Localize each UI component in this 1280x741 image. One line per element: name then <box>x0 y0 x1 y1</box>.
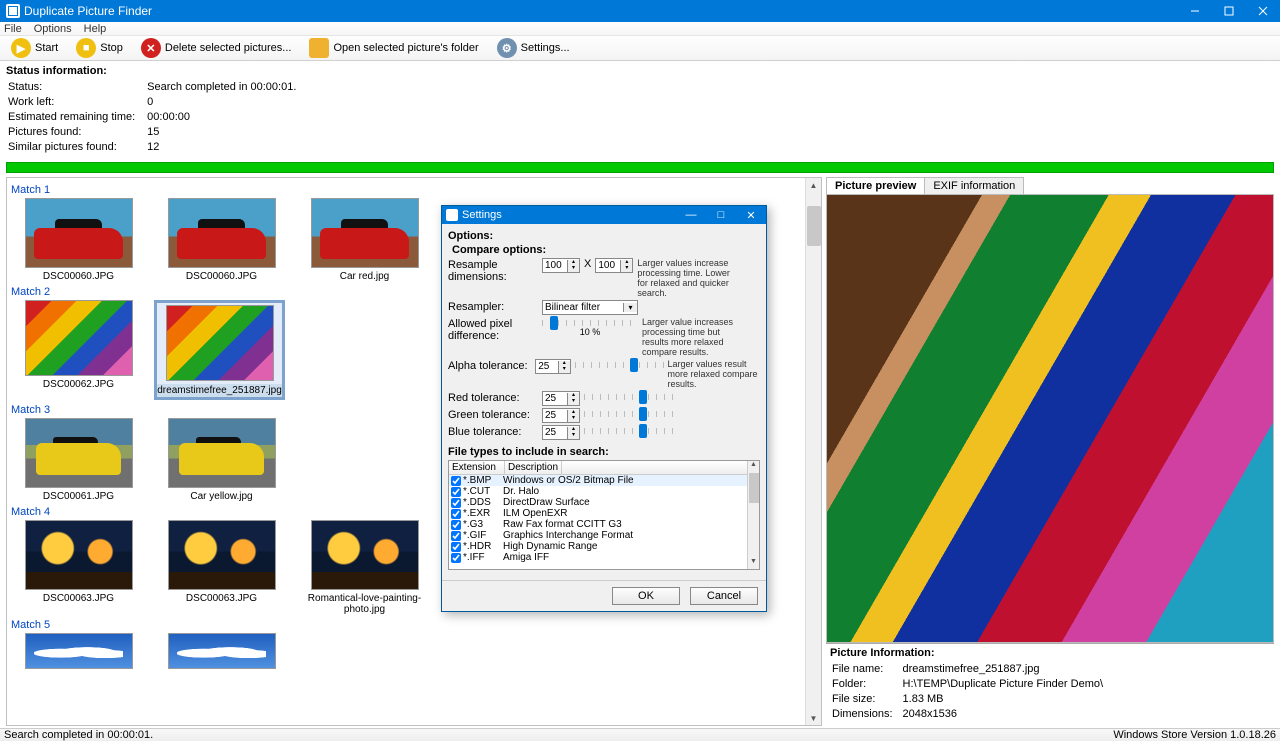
menu-bar: File Options Help <box>0 22 1280 36</box>
alpha-input[interactable]: 25▴▾ <box>535 359 570 374</box>
scroll-up-icon[interactable]: ▲ <box>806 178 821 192</box>
tab-exif[interactable]: EXIF information <box>924 177 1024 194</box>
file-type-row[interactable]: *.BMPWindows or OS/2 Bitmap File <box>449 475 759 486</box>
pixel-diff-slider[interactable] <box>542 320 638 326</box>
preview-image <box>826 195 1274 643</box>
app-icon <box>6 4 20 18</box>
dialog-icon <box>446 209 458 221</box>
status-bar: Search completed in 00:00:01. Windows St… <box>0 728 1280 741</box>
version-text: Windows Store Version 1.0.18.26 <box>1113 729 1276 741</box>
close-button[interactable] <box>1246 0 1280 22</box>
dialog-maximize-button[interactable]: □ <box>706 209 736 221</box>
scrollbar[interactable]: ▲ ▼ <box>805 178 821 725</box>
scroll-thumb[interactable] <box>807 206 821 246</box>
tab-picture-preview[interactable]: Picture preview <box>826 177 925 194</box>
window-title: Duplicate Picture Finder <box>24 4 1178 18</box>
thumbnail[interactable]: DSC00060.JPG <box>154 198 289 282</box>
file-type-checkbox[interactable] <box>451 520 461 530</box>
dialog-titlebar[interactable]: Settings — □ ✕ <box>442 206 766 224</box>
picture-information: Picture Information: File name:dreamstim… <box>826 643 1274 726</box>
preview-panel: Picture preview EXIF information Picture… <box>826 177 1274 726</box>
stop-icon: ■ <box>76 38 96 58</box>
title-bar: Duplicate Picture Finder <box>0 0 1280 22</box>
file-types-list[interactable]: ExtensionDescription *.BMPWindows or OS/… <box>448 460 760 570</box>
minimize-button[interactable] <box>1178 0 1212 22</box>
start-button[interactable]: ▶Start <box>4 37 65 59</box>
file-type-checkbox[interactable] <box>451 487 461 497</box>
chevron-down-icon: ▾ <box>623 303 637 312</box>
thumbnail[interactable]: Car red.jpg <box>297 198 432 282</box>
delete-icon: ✕ <box>141 38 161 58</box>
file-type-checkbox[interactable] <box>451 498 461 508</box>
list-scrollbar[interactable]: ▲▼ <box>747 461 759 569</box>
file-type-row[interactable]: *.DDSDirectDraw Surface <box>449 497 759 508</box>
status-header: Status information: <box>6 65 1274 77</box>
ok-button[interactable]: OK <box>612 587 680 605</box>
toolbar: ▶Start ■Stop ✕Delete selected pictures..… <box>0 36 1280 61</box>
thumbnail[interactable]: DSC00061.JPG <box>11 418 146 502</box>
file-type-row[interactable]: *.GIFGraphics Interchange Format <box>449 530 759 541</box>
match-header: Match 1 <box>11 184 801 196</box>
play-icon: ▶ <box>11 38 31 58</box>
dialog-minimize-button[interactable]: — <box>676 209 706 221</box>
red-slider[interactable] <box>584 394 680 400</box>
file-type-row[interactable]: *.IFFAmiga IFF <box>449 552 759 563</box>
gear-icon: ⚙ <box>497 38 517 58</box>
delete-button[interactable]: ✕Delete selected pictures... <box>134 37 299 59</box>
green-input[interactable]: 25▴▾ <box>542 408 580 423</box>
dialog-close-button[interactable]: ✕ <box>736 209 766 222</box>
blue-slider[interactable] <box>584 428 680 434</box>
menu-help[interactable]: Help <box>84 23 107 35</box>
file-type-checkbox[interactable] <box>451 553 461 563</box>
file-type-checkbox[interactable] <box>451 476 461 486</box>
stop-button[interactable]: ■Stop <box>69 37 130 59</box>
thumbnail[interactable]: DSC00062.JPG <box>11 300 146 400</box>
thumbnail[interactable]: DSC00060.JPG <box>11 198 146 282</box>
scroll-down-icon[interactable]: ▼ <box>806 711 821 725</box>
thumbnail[interactable]: Car yellow.jpg <box>154 418 289 502</box>
resample-width-input[interactable]: 100▴▾ <box>542 258 580 273</box>
thumbnail[interactable]: Romantical-love-painting-photo.jpg <box>297 520 432 615</box>
file-type-row[interactable]: *.CUTDr. Halo <box>449 486 759 497</box>
file-type-checkbox[interactable] <box>451 542 461 552</box>
settings-button[interactable]: ⚙Settings... <box>490 37 577 59</box>
file-type-row[interactable]: *.HDRHigh Dynamic Range <box>449 541 759 552</box>
file-type-row[interactable]: *.EXRILM OpenEXR <box>449 508 759 519</box>
status-info: Status information: Status:Search comple… <box>0 61 1280 160</box>
green-slider[interactable] <box>584 411 680 417</box>
thumbnail[interactable] <box>11 633 146 669</box>
red-input[interactable]: 25▴▾ <box>542 391 580 406</box>
menu-file[interactable]: File <box>4 23 22 35</box>
file-type-checkbox[interactable] <box>451 531 461 541</box>
cancel-button[interactable]: Cancel <box>690 587 758 605</box>
thumbnail[interactable]: DSC00063.JPG <box>154 520 289 615</box>
open-folder-button[interactable]: Open selected picture's folder <box>302 37 485 59</box>
thumbnail[interactable]: DSC00063.JPG <box>11 520 146 615</box>
progress-bar <box>6 162 1274 173</box>
maximize-button[interactable] <box>1212 0 1246 22</box>
thumbnail[interactable] <box>154 633 289 669</box>
match-header: Match 5 <box>11 619 801 631</box>
settings-dialog: Settings — □ ✕ Options: Compare options:… <box>441 205 767 612</box>
resample-height-input[interactable]: 100▴▾ <box>595 258 633 273</box>
file-type-row[interactable]: *.G3Raw Fax format CCITT G3 <box>449 519 759 530</box>
blue-input[interactable]: 25▴▾ <box>542 425 580 440</box>
resampler-select[interactable]: Bilinear filter▾ <box>542 300 638 315</box>
alpha-slider[interactable] <box>575 362 664 368</box>
menu-options[interactable]: Options <box>34 23 72 35</box>
status-text: Search completed in 00:00:01. <box>4 729 153 741</box>
folder-icon <box>309 38 329 58</box>
file-type-checkbox[interactable] <box>451 509 461 519</box>
thumbnail-selected[interactable]: dreamstimefree_251887.jpg <box>154 300 285 400</box>
